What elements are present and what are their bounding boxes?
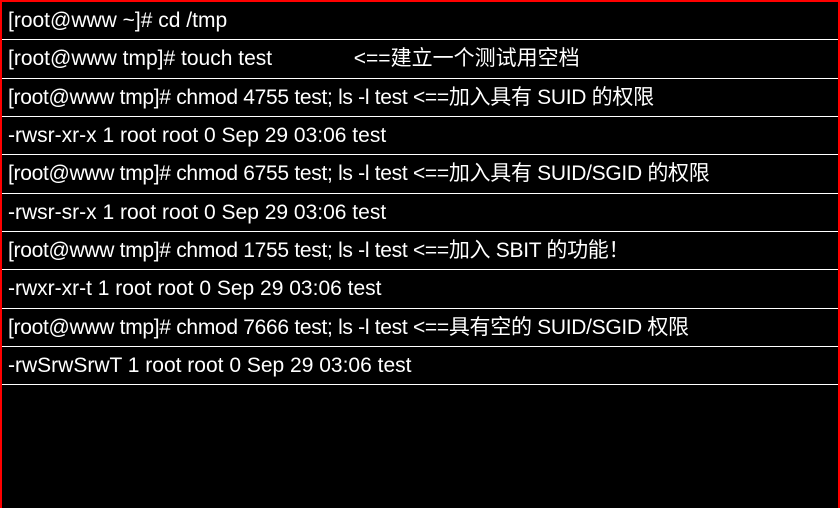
shell-prompt: [root@www tmp]# [8, 47, 181, 70]
shell-prompt: [root@www tmp]# [8, 316, 176, 339]
shell-comment: <==建立一个测试用空档 [354, 47, 580, 70]
shell-command: chmod 4755 test; ls -l test [176, 86, 413, 109]
shell-comment: <==具有空的 SUID/SGID 权限 [413, 316, 689, 339]
terminal-line: [root@www tmp]# touch test <==建立一个测试用空档 [2, 40, 838, 78]
terminal-line: -rwSrwSrwT 1 root root 0 Sep 29 03:06 te… [2, 347, 838, 385]
terminal-line: [root@www tmp]# chmod 6755 test; ls -l t… [2, 155, 838, 193]
shell-comment: <==加入 SBIT 的功能！ [413, 239, 629, 262]
terminal-line: [root@www tmp]# chmod 4755 test; ls -l t… [2, 79, 838, 117]
shell-command: touch test [181, 47, 354, 70]
command-output: -rwxr-xr-t 1 root root 0 Sep 29 03:06 te… [8, 277, 382, 300]
terminal-line: [root@www tmp]# chmod 1755 test; ls -l t… [2, 232, 838, 270]
terminal-line: -rwsr-xr-x 1 root root 0 Sep 29 03:06 te… [2, 117, 838, 155]
shell-prompt: [root@www tmp]# [8, 162, 176, 185]
shell-comment: <==加入具有 SUID/SGID 的权限 [413, 162, 710, 185]
terminal-line: [root@www tmp]# chmod 7666 test; ls -l t… [2, 309, 838, 347]
command-output: -rwsr-sr-x 1 root root 0 Sep 29 03:06 te… [8, 201, 386, 224]
shell-prompt: [root@www tmp]# [8, 86, 176, 109]
command-output: -rwsr-xr-x 1 root root 0 Sep 29 03:06 te… [8, 124, 386, 147]
terminal-line: -rwxr-xr-t 1 root root 0 Sep 29 03:06 te… [2, 270, 838, 308]
shell-command: chmod 7666 test; ls -l test [176, 316, 413, 339]
shell-prompt: [root@www tmp]# [8, 239, 176, 262]
shell-command: chmod 6755 test; ls -l test [176, 162, 413, 185]
shell-command: cd /tmp [158, 9, 227, 32]
terminal-line: [root@www ~]# cd /tmp [2, 2, 838, 40]
command-output: -rwSrwSrwT 1 root root 0 Sep 29 03:06 te… [8, 354, 411, 377]
terminal-window[interactable]: [root@www ~]# cd /tmp[root@www tmp]# tou… [2, 2, 838, 508]
shell-command: chmod 1755 test; ls -l test [176, 239, 413, 262]
shell-comment: <==加入具有 SUID 的权限 [413, 86, 654, 109]
terminal-line: -rwsr-sr-x 1 root root 0 Sep 29 03:06 te… [2, 194, 838, 232]
shell-prompt: [root@www ~]# [8, 9, 158, 32]
